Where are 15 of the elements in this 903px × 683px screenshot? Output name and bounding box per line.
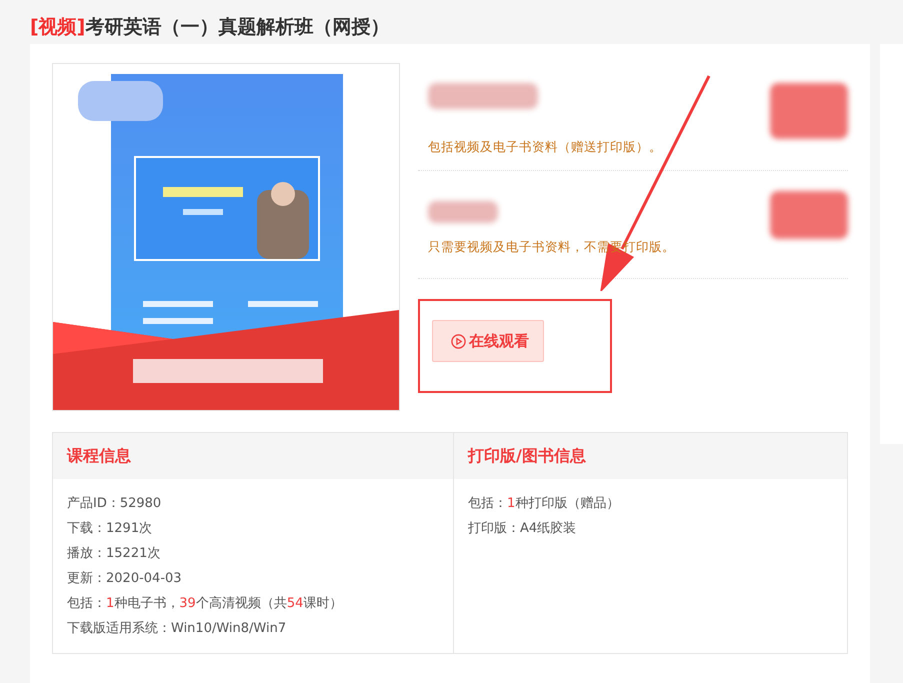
blurred-text [428, 201, 498, 223]
section-heading: 打印版/图书信息 [454, 433, 847, 479]
info-line: 包括：1种打印版（赠品） [468, 495, 620, 513]
info-line: 打印版：A4纸胶装 [468, 520, 578, 538]
watch-online-button[interactable]: 在线观看 [432, 320, 544, 362]
play-icon [451, 334, 466, 348]
section-heading: 课程信息 [53, 433, 453, 479]
info-line: 下载版适用系统：Win10/Win8/Win7 [67, 620, 288, 638]
info-line: 下载：1291次 [67, 520, 154, 538]
info-line: 更新：2020-04-03 [67, 570, 183, 588]
page-title: [视频]考研英语（一）真题解析班（网授） [29, 15, 390, 40]
info-line: 包括：1种电子书，39个高清视频（共54课时） [67, 595, 344, 613]
option-description: 包括视频及电子书资料（赠送打印版）。 [428, 139, 662, 156]
info-line: 播放：15221次 [67, 545, 162, 563]
info-line: 产品ID：52980 [67, 495, 162, 513]
